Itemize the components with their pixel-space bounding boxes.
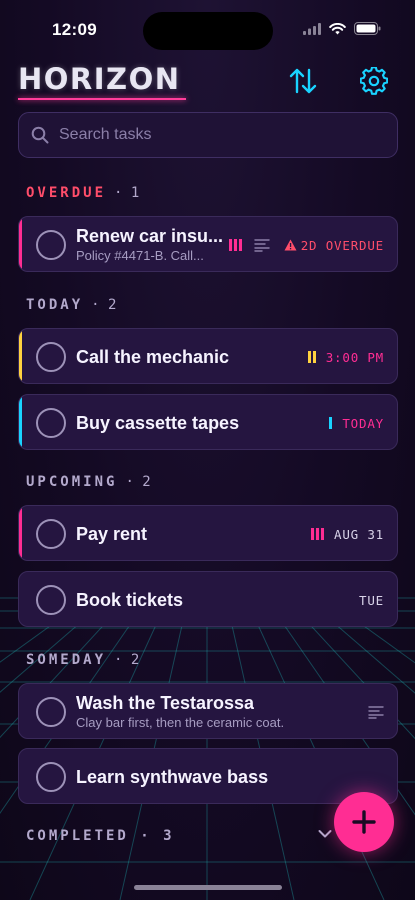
task-due: 2D OVERDUE [300,237,384,253]
task-checkbox[interactable] [36,697,66,727]
task-card-synth[interactable]: Learn synthwave bass [18,748,398,804]
task-checkbox[interactable] [36,762,66,792]
task-card-mechanic[interactable]: Call the mechanic 3:00 PM [18,328,398,384]
task-meta: AUG 31 [311,506,384,560]
sort-button[interactable] [288,66,318,96]
task-title: Renew car insu... [76,226,224,246]
wifi-icon [329,22,346,34]
home-indicator[interactable] [134,885,282,890]
section-label: SOMEDAY [26,652,107,668]
priority-edge [19,217,22,271]
gear-icon [360,67,388,95]
task-meta: TUE [359,572,384,626]
section-label: TODAY [26,297,84,313]
chevron-down-icon[interactable] [318,829,332,839]
task-title: Call the mechanic [76,347,230,367]
section-label: OVERDUE [26,185,107,201]
section-label: UPCOMING [26,474,118,490]
task-due: AUG 31 [334,526,384,542]
task-title: Learn synthwave bass [76,767,269,787]
plus-icon [352,810,376,834]
priority-high-icon [228,239,242,251]
section-count: · 2 [91,297,117,313]
task-meta: 2D OVERDUE [228,217,384,271]
task-subtitle: Policy #4471-B. Call... [76,248,204,263]
task-checkbox[interactable] [36,408,66,438]
task-title: Wash the Testarossa [76,693,255,713]
section-header-overdue: OVERDUE · 1 [26,185,139,201]
task-due: TODAY [342,415,384,431]
warning-icon [284,239,297,251]
task-checkbox[interactable] [36,585,66,615]
task-meta: TODAY [329,395,384,449]
notes-icon [368,706,384,719]
title-underline [18,98,186,100]
section-count: · 1 [114,185,140,201]
search-bar[interactable] [18,112,398,158]
search-icon [31,126,49,144]
task-checkbox[interactable] [36,230,66,260]
priority-high-icon [311,528,325,540]
task-card-cassette[interactable]: Buy cassette tapes TODAY [18,394,398,450]
task-card-tickets[interactable]: Book tickets TUE [18,571,398,627]
task-due: TUE [359,592,384,608]
priority-low-icon [329,417,333,429]
status-time: 12:09 [52,20,97,39]
task-title: Buy cassette tapes [76,413,240,433]
notes-icon [254,239,270,252]
task-title: Book tickets [76,590,184,610]
section-header-today: TODAY · 2 [26,297,116,313]
settings-button[interactable] [359,66,389,96]
priority-edge [19,329,22,383]
task-card-rent[interactable]: Pay rent AUG 31 [18,505,398,561]
section-header-someday: SOMEDAY · 2 [26,652,139,668]
task-meta: 3:00 PM [307,329,384,383]
task-meta [368,684,384,738]
section-count: · 2 [125,474,151,490]
section-count: · 2 [114,652,140,668]
add-task-button[interactable] [334,792,394,852]
status-icons [303,22,381,35]
task-checkbox[interactable] [36,342,66,372]
task-card-renew[interactable]: Renew car insu... Policy #4471-B. Call..… [18,216,398,272]
priority-medium-icon [307,351,316,363]
signal-icon [303,22,321,35]
sort-arrows-icon [289,68,317,94]
section-header-upcoming: UPCOMING · 2 [26,474,151,490]
priority-edge [19,395,22,449]
task-subtitle: Clay bar first, then the ceramic coat. [76,715,285,730]
status-bar: 12:09 [0,0,415,60]
task-due: 3:00 PM [325,349,384,365]
dynamic-island [143,12,273,50]
task-title: Pay rent [76,524,148,544]
priority-edge [19,506,22,560]
section-header-completed[interactable]: COMPLETED · 3 [26,828,175,844]
battery-icon [354,22,381,35]
task-card-wash[interactable]: Wash the Testarossa Clay bar first, then… [18,683,398,739]
task-checkbox[interactable] [36,519,66,549]
search-input[interactable] [59,126,379,144]
app-title: HORIZON [18,62,181,96]
